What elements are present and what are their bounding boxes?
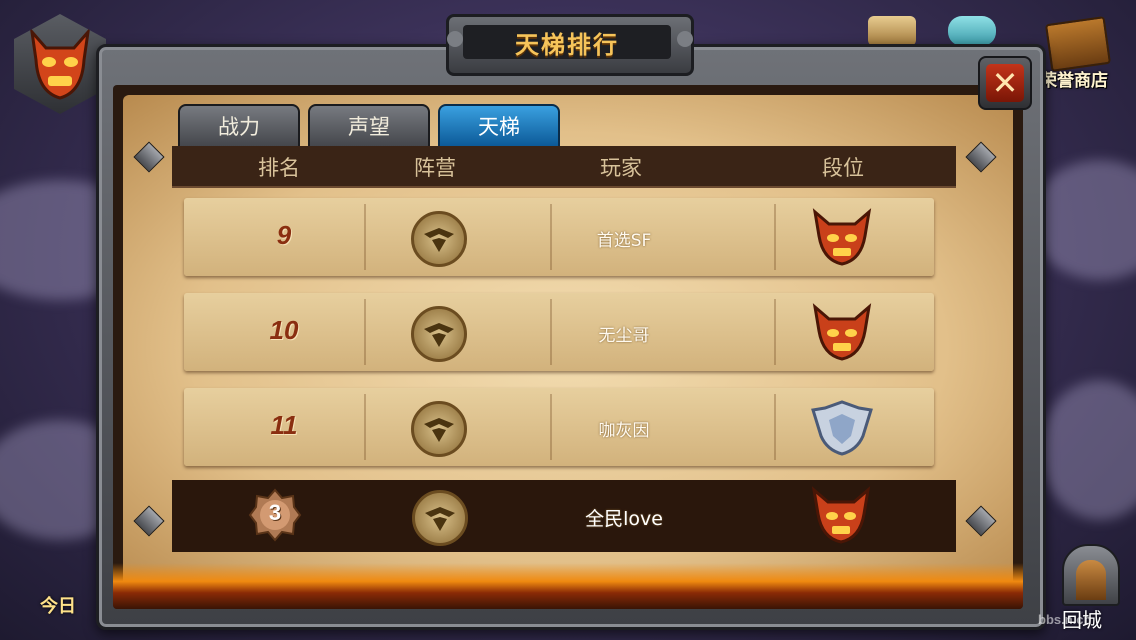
- rank-number: 9: [276, 220, 292, 250]
- close-icon: ✕: [986, 64, 1024, 102]
- header-faction: 阵营: [414, 156, 456, 180]
- rank-number: 10: [269, 315, 299, 345]
- rank-number: 11: [270, 410, 298, 440]
- silver-shield-tier-icon: [811, 400, 873, 456]
- rank-medal-icon: 3: [248, 488, 302, 542]
- eagle-faction-icon: [412, 490, 468, 546]
- honor-shop-book-icon[interactable]: [1044, 16, 1112, 72]
- ornament-icon: [447, 31, 463, 47]
- my-rank-number: 3: [268, 500, 282, 525]
- honor-shop-label[interactable]: 荣誉商店: [1040, 66, 1108, 91]
- player-avatar[interactable]: [14, 14, 106, 114]
- page-title: 天梯排行: [515, 30, 619, 59]
- table-row[interactable]: 9 首选SF: [184, 198, 934, 276]
- ornament-icon: [677, 31, 693, 47]
- lava-decoration: [113, 563, 1023, 609]
- title-plate: 天梯排行: [446, 14, 694, 76]
- my-player-name: 全民love: [585, 508, 663, 530]
- tab-ladder[interactable]: 天梯: [438, 104, 560, 148]
- watermark: bbs.n.cn: [1038, 612, 1092, 627]
- player-name: 咖灰因: [598, 421, 650, 441]
- my-rank-row[interactable]: 3 全民love: [172, 480, 956, 552]
- eagle-faction-icon: [411, 401, 467, 457]
- scroll-icon[interactable]: [868, 16, 916, 46]
- eagle-faction-icon: [411, 306, 467, 362]
- header-player: 玩家: [600, 156, 642, 180]
- return-city-icon[interactable]: [1062, 544, 1120, 606]
- eagle-faction-icon: [411, 211, 467, 267]
- demon-tier-icon: [812, 208, 872, 266]
- player-name: 无尘哥: [598, 326, 650, 346]
- header-rank: 排名: [258, 156, 300, 180]
- table-header: 排名 阵营 玩家 段位: [172, 146, 956, 188]
- table-row[interactable]: 10 无尘哥: [184, 293, 934, 371]
- player-name: 首选SF: [596, 231, 652, 251]
- today-label[interactable]: 今日: [40, 592, 76, 618]
- close-button[interactable]: ✕: [978, 56, 1032, 110]
- background-cloud: [1040, 380, 1136, 520]
- demon-avatar-icon: [29, 27, 91, 100]
- tab-reputation[interactable]: 声望: [308, 104, 430, 148]
- header-tier: 段位: [822, 156, 864, 180]
- tab-power[interactable]: 战力: [178, 104, 300, 148]
- cloud-icon[interactable]: [948, 16, 996, 46]
- demon-tier-icon: [812, 303, 872, 361]
- table-row[interactable]: 11 咖灰因: [184, 388, 934, 466]
- demon-tier-icon: [811, 486, 871, 544]
